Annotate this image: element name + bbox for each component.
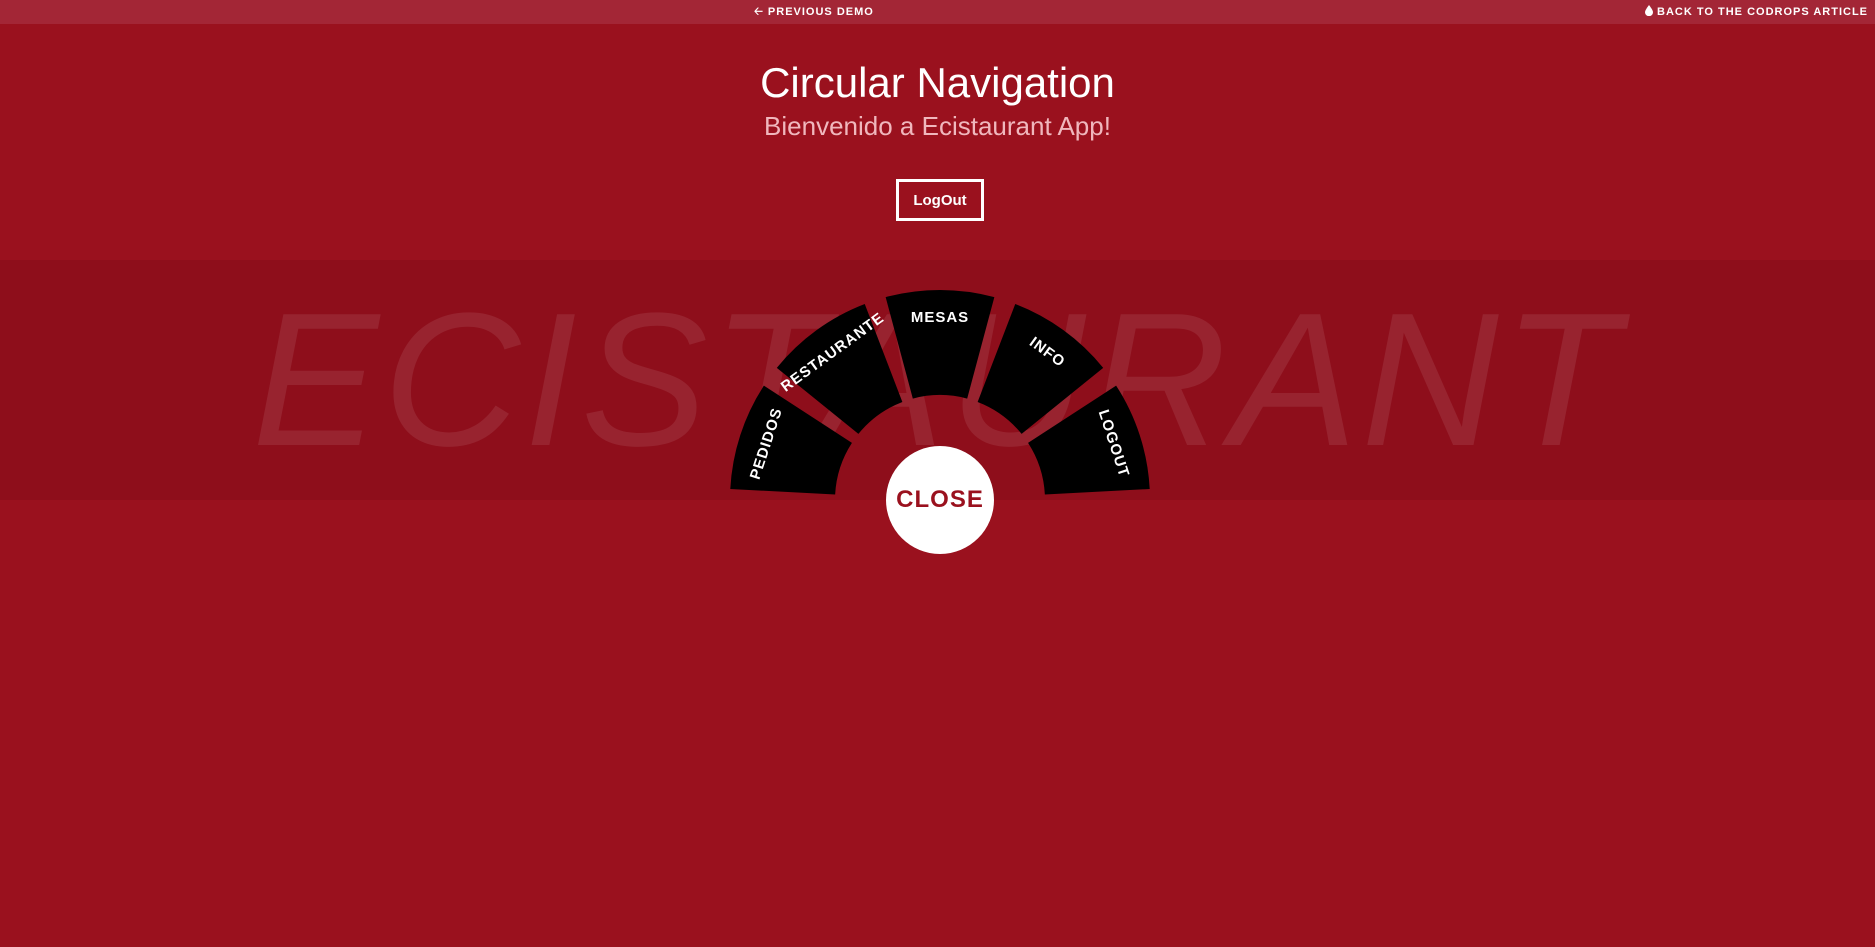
nav-item-label: MESAS — [911, 309, 969, 326]
close-button[interactable]: CLOSE — [886, 446, 994, 554]
nav-item-mesas[interactable]: MESAS — [885, 290, 995, 399]
nav-sector-shape — [885, 290, 995, 399]
